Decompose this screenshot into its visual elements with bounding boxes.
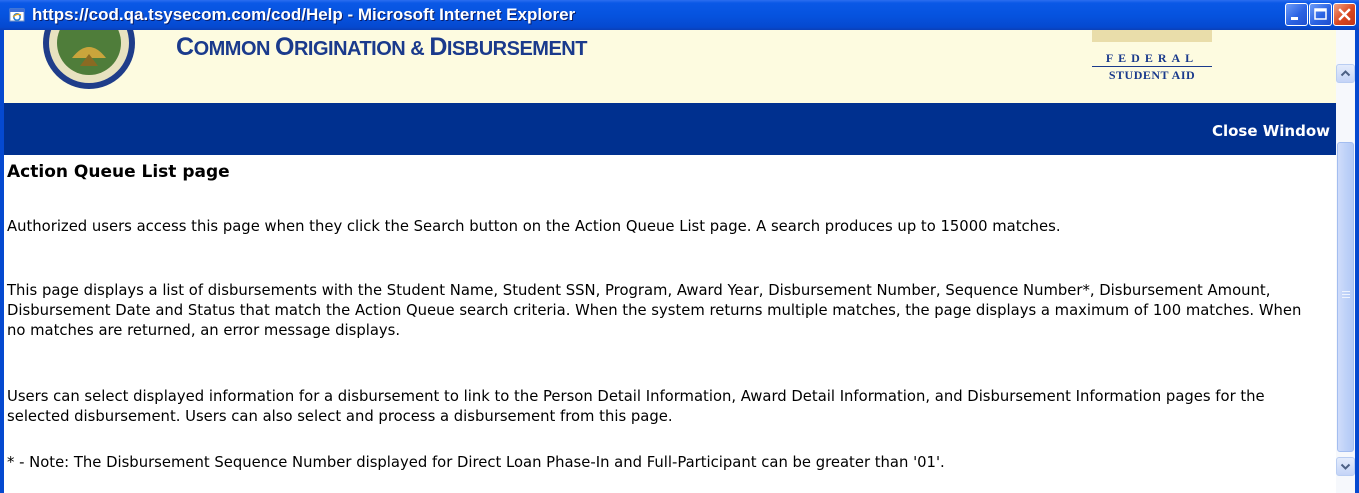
chevron-up-icon — [1340, 70, 1351, 77]
paragraph-links: Users can select displayed information f… — [7, 388, 1265, 425]
department-seal-icon — [43, 30, 135, 89]
paragraph-description: This page displays a list of disbursemen… — [7, 282, 1302, 339]
logo-student-aid-text: STUDENT AID — [1108, 68, 1196, 82]
title-segment: OMMON — [193, 38, 275, 60]
paragraph-intro: Authorized users access this page when t… — [7, 218, 1061, 235]
window-frame-right — [1355, 30, 1359, 493]
paragraph-note: * - Note: The Disbursement Sequence Numb… — [7, 454, 945, 471]
window-title: https://cod.qa.tsysecom.com/cod/Help - M… — [32, 5, 576, 24]
close-button[interactable] — [1333, 3, 1356, 26]
close-window-link[interactable]: Close Window — [1212, 121, 1330, 141]
vertical-scrollbar[interactable] — [1336, 30, 1355, 493]
grip-icon — [1342, 291, 1350, 298]
page-title: Action Queue List page — [7, 162, 230, 182]
scrollbar-thumb[interactable] — [1337, 142, 1354, 452]
title-letter: C — [176, 33, 194, 61]
title-letter: O — [275, 33, 294, 61]
ie-icon — [9, 8, 25, 22]
logo-divider — [1092, 66, 1212, 67]
title-bar[interactable]: https://cod.qa.tsysecom.com/cod/Help - M… — [0, 0, 1359, 30]
scroll-down-button[interactable] — [1336, 457, 1355, 476]
browser-window: https://cod.qa.tsysecom.com/cod/Help - M… — [0, 0, 1359, 493]
maximize-icon — [1314, 8, 1327, 20]
minimize-button[interactable] — [1285, 3, 1308, 26]
title-letter: D — [429, 33, 447, 61]
page-viewport: COMMON ORIGINATION & DISBURSEMENT FEDERA… — [4, 30, 1336, 493]
title-segment: RIGINATION & — [293, 38, 430, 60]
scroll-up-button[interactable] — [1336, 64, 1355, 83]
maximize-button[interactable] — [1309, 3, 1332, 26]
logo-mark — [1092, 30, 1212, 42]
title-segment: ISBURSEMENT — [446, 38, 588, 60]
minimize-icon — [1291, 17, 1298, 20]
chevron-down-icon — [1340, 463, 1351, 470]
close-icon — [1338, 8, 1351, 21]
logo-federal-text: FEDERAL — [1105, 51, 1199, 65]
nav-bar: Close Window — [4, 103, 1336, 155]
program-title: COMMON ORIGINATION & DISBURSEMENT — [176, 34, 587, 62]
federal-student-aid-logo: FEDERAL STUDENT AID — [1092, 30, 1222, 100]
help-content: Action Queue List page Authorized users … — [7, 161, 1323, 471]
header-banner: COMMON ORIGINATION & DISBURSEMENT FEDERA… — [4, 30, 1336, 103]
